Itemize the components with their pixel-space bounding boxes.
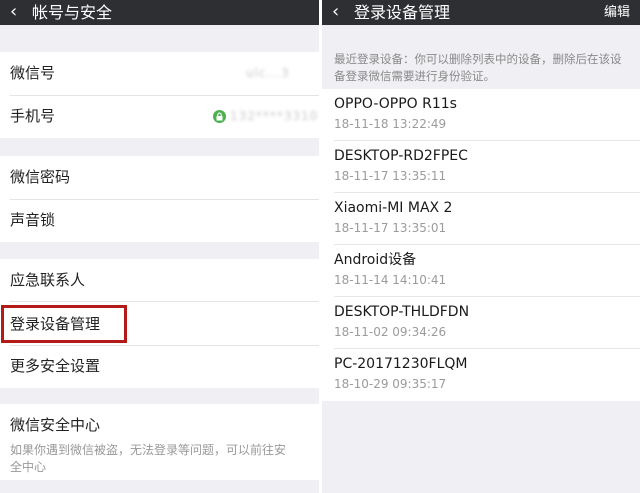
security-center-label: 微信安全中心 [10,416,101,434]
account-security-panel: ‹ 帐号与安全 微信号 ulc...3 手机号 132****3310 微信密码… [0,0,319,493]
password-group: 微信密码 声音锁 [0,156,319,242]
device-login-time: 18-11-18 13:22:49 [334,117,447,131]
left-top-bar: ‹ 帐号与安全 [0,0,319,25]
wechat-id-value: ulc...3 [246,66,290,80]
highlight-box [1,305,127,343]
wechat-id-label: 微信号 [10,64,56,82]
wechat-password-row[interactable]: 微信密码 [0,156,319,199]
device-item[interactable]: Android设备 18-11-14 14:10:41 [322,245,640,297]
device-login-time: 18-11-14 14:10:41 [334,273,447,287]
emergency-contacts-label: 应急联系人 [10,271,86,289]
edit-button[interactable]: 编辑 [604,5,630,21]
more-security-label: 更多安全设置 [10,357,101,375]
device-name: OPPO-OPPO R11s [334,96,457,112]
device-list-hint: 最近登录设备：你可以删除列表中的设备，删除后在该设备登录微信需要进行身份验证。 [334,52,622,83]
device-login-time: 18-11-17 13:35:11 [334,169,447,183]
device-name: DESKTOP-RD2FPEC [334,148,468,164]
page-title: 登录设备管理 [354,3,451,22]
phone-row[interactable]: 手机号 132****3310 [0,96,319,138]
security-center-description: 如果你遇到微信被盗，无法登录等问题，可以前往安全中心 [10,443,287,474]
security-center-group[interactable]: 微信安全中心 如果你遇到微信被盗，无法登录等问题，可以前往安全中心 [0,404,319,480]
device-name: Android设备 [334,252,417,268]
device-login-time: 18-11-02 09:34:26 [334,325,447,339]
account-info-group: 微信号 ulc...3 手机号 132****3310 [0,52,319,138]
voice-lock-label: 声音锁 [10,211,56,229]
login-device-panel: ‹ 登录设备管理 编辑 最近登录设备：你可以删除列表中的设备，删除后在该设备登录… [322,0,640,493]
emergency-contacts-row[interactable]: 应急联系人 [0,259,319,301]
right-top-bar: ‹ 登录设备管理 编辑 [322,0,640,25]
voice-lock-row[interactable]: 声音锁 [0,200,319,242]
device-item[interactable]: DESKTOP-THLDFDN 18-11-02 09:34:26 [322,297,640,349]
device-login-time: 18-10-29 09:35:17 [334,377,447,391]
page-title: 帐号与安全 [32,3,113,22]
device-item[interactable]: Xiaomi-MI MAX 2 18-11-17 13:35:01 [322,193,640,245]
lock-icon [213,110,226,123]
wechat-id-row[interactable]: 微信号 ulc...3 [0,52,319,95]
device-item[interactable]: PC-20171230FLQM 18-10-29 09:35:17 [322,349,640,401]
chevron-left-icon[interactable]: ‹ [10,1,17,23]
device-name: PC-20171230FLQM [334,356,468,372]
phone-label: 手机号 [10,107,56,125]
device-item[interactable]: DESKTOP-RD2FPEC 18-11-17 13:35:11 [322,141,640,193]
device-item[interactable]: OPPO-OPPO R11s 18-11-18 13:22:49 [322,89,640,141]
device-name: DESKTOP-THLDFDN [334,304,470,320]
device-name: Xiaomi-MI MAX 2 [334,200,453,216]
wechat-password-label: 微信密码 [10,168,71,186]
chevron-left-icon[interactable]: ‹ [332,1,339,23]
phone-value: 132****3310 [230,109,319,123]
device-login-time: 18-11-17 13:35:01 [334,221,447,235]
more-security-row[interactable]: 更多安全设置 [0,346,319,388]
